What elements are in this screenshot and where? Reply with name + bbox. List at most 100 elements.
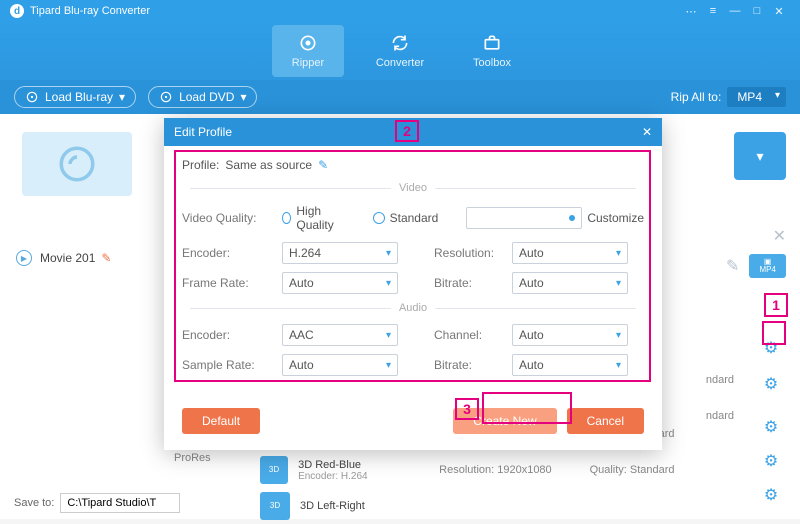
profile-line: Profile: Same as source ✎ [182, 158, 644, 172]
sample-rate-label: Sample Rate: [182, 358, 282, 372]
preset-chip-icon: 3D [260, 456, 288, 484]
rip-format-select[interactable]: MP4 [727, 87, 786, 107]
video-bitrate-select[interactable]: Auto [512, 272, 628, 294]
toolbox-icon [482, 33, 502, 53]
chevron-down-icon: ▾ [119, 90, 125, 104]
chevron-down-icon: ▾ [756, 148, 763, 165]
load-bluray-button[interactable]: Load Blu-ray ▾ [14, 86, 136, 108]
resolution-select[interactable]: Auto [512, 242, 628, 264]
chevron-down-icon: ▾ [240, 90, 246, 104]
close-icon[interactable]: ✕ [773, 226, 786, 246]
close-window-icon[interactable]: ✕ [768, 5, 790, 18]
close-icon[interactable]: ✕ [642, 125, 652, 139]
channel-select[interactable]: Auto [512, 324, 628, 346]
video-quality-radios: Video Quality: High Quality Standard Cus… [182, 204, 644, 232]
play-icon[interactable]: ▶ [16, 250, 32, 266]
resolution-label: Resolution: [434, 246, 512, 260]
load-bluray-label: Load Blu-ray [45, 90, 113, 104]
radio-icon [282, 212, 291, 224]
sample-rate-select[interactable]: Auto [282, 354, 398, 376]
disc-icon [159, 90, 173, 104]
action-bar: Load Blu-ray ▾ Load DVD ▾ Rip All to: MP… [0, 80, 800, 114]
preset-gears: ⚙ ⚙ ⚙ [762, 418, 780, 504]
radio-customize[interactable]: Customize [466, 207, 644, 229]
dialog-title: Edit Profile [174, 125, 232, 139]
preset-encoder: Encoder: H.264 [298, 471, 429, 482]
load-dvd-label: Load DVD [179, 90, 234, 104]
rip-all-to-label: Rip All to: [671, 90, 722, 104]
tab-toolbox[interactable]: Toolbox [456, 25, 528, 77]
bitrate-label: Bitrate: [434, 358, 512, 372]
app-title: Tipard Blu-ray Converter [30, 5, 150, 17]
video-section-label: Video [182, 182, 644, 194]
converter-icon [390, 33, 410, 53]
preset-resolution: Resolution: 1920x1080 [439, 464, 579, 476]
radio-label: High Quality [296, 204, 344, 232]
tab-converter[interactable]: Converter [364, 25, 436, 77]
preset-title: 3D Red-Blue [298, 459, 429, 471]
edit-icon[interactable]: ✎ [318, 158, 328, 172]
frame-rate-select[interactable]: Auto [282, 272, 398, 294]
title-bar: d Tipard Blu-ray Converter ⋯ ≡ — □ ✕ [0, 0, 800, 22]
profile-label: Profile: [182, 158, 219, 172]
edit-icon[interactable]: ✎ [101, 251, 111, 265]
cancel-button[interactable]: Cancel [567, 408, 644, 434]
profile-value: Same as source [225, 158, 312, 172]
main-tabs: Ripper Converter Toolbox [0, 22, 800, 80]
audio-encoder-select[interactable]: AAC [282, 324, 398, 346]
maximize-icon[interactable]: □ [746, 5, 768, 17]
app-logo-icon: d [10, 4, 24, 18]
audio-section-label: Audio [182, 302, 644, 314]
gear-icon[interactable]: ⚙ [762, 418, 780, 436]
tab-ripper-label: Ripper [292, 57, 324, 69]
tab-ripper[interactable]: Ripper [272, 25, 344, 77]
minimize-icon[interactable]: — [724, 5, 746, 17]
preset-row[interactable]: 3D 3D Red-BlueEncoder: H.264 Resolution:… [260, 452, 730, 488]
menu-icon[interactable]: ≡ [702, 5, 724, 17]
gear-icon[interactable]: ⚙ [762, 339, 780, 357]
radio-label: Standard [390, 211, 439, 225]
video-encoder-select[interactable]: H.264 [282, 242, 398, 264]
tab-converter-label: Converter [376, 57, 424, 69]
bitrate-label: Bitrate: [434, 276, 512, 290]
preset-quality: Quality: Standard [590, 464, 730, 476]
dialog-footer: Default Create New Cancel [164, 398, 662, 450]
dialog-header: Edit Profile ✕ [164, 118, 662, 146]
encoder-label: Encoder: [182, 328, 282, 342]
save-to-label: Save to: [14, 497, 54, 509]
disc-icon [25, 90, 39, 104]
audio-bitrate-select[interactable]: Auto [512, 354, 628, 376]
edit-icon[interactable]: ✎ [726, 256, 739, 276]
radio-icon [373, 212, 385, 224]
load-dvd-button[interactable]: Load DVD ▾ [148, 86, 257, 108]
gear-icon[interactable]: ⚙ [762, 486, 780, 504]
disc-thumbnail [22, 132, 132, 196]
bluray-icon [56, 143, 98, 185]
radio-high-quality[interactable]: High Quality [282, 204, 345, 232]
edit-profile-dialog: Edit Profile ✕ Profile: Same as source ✎… [164, 118, 662, 450]
gear-icon[interactable]: ⚙ [762, 452, 780, 470]
ripper-icon [298, 33, 318, 53]
rip-all-to: Rip All to: MP4 [671, 87, 786, 107]
preset-chip-icon: 3D [260, 492, 290, 520]
movie-name: Movie 201 [40, 251, 95, 265]
quality-peek: ndard [706, 374, 734, 386]
format-large-dropdown[interactable]: ▾ [734, 132, 786, 180]
save-to-input[interactable] [60, 493, 180, 513]
format-chip-label: MP4 [759, 265, 775, 274]
video-quality-label: Video Quality: [182, 211, 257, 225]
row-actions: ✕ ✎ ▣MP4 [726, 224, 786, 284]
radio-standard[interactable]: Standard [373, 211, 439, 225]
gear-icon[interactable]: ⚙ [762, 375, 780, 393]
tab-toolbox-label: Toolbox [473, 57, 511, 69]
default-button[interactable]: Default [182, 408, 260, 434]
frame-rate-label: Frame Rate: [182, 276, 282, 290]
save-to: Save to: [14, 493, 180, 513]
create-new-button[interactable]: Create New [453, 408, 556, 434]
feedback-icon[interactable]: ⋯ [680, 5, 702, 18]
channel-label: Channel: [434, 328, 512, 342]
format-chip[interactable]: ▣MP4 [749, 254, 786, 278]
radio-label: Customize [587, 211, 644, 225]
radio-icon [466, 207, 582, 229]
preset-title: 3D Left-Right [300, 500, 440, 512]
